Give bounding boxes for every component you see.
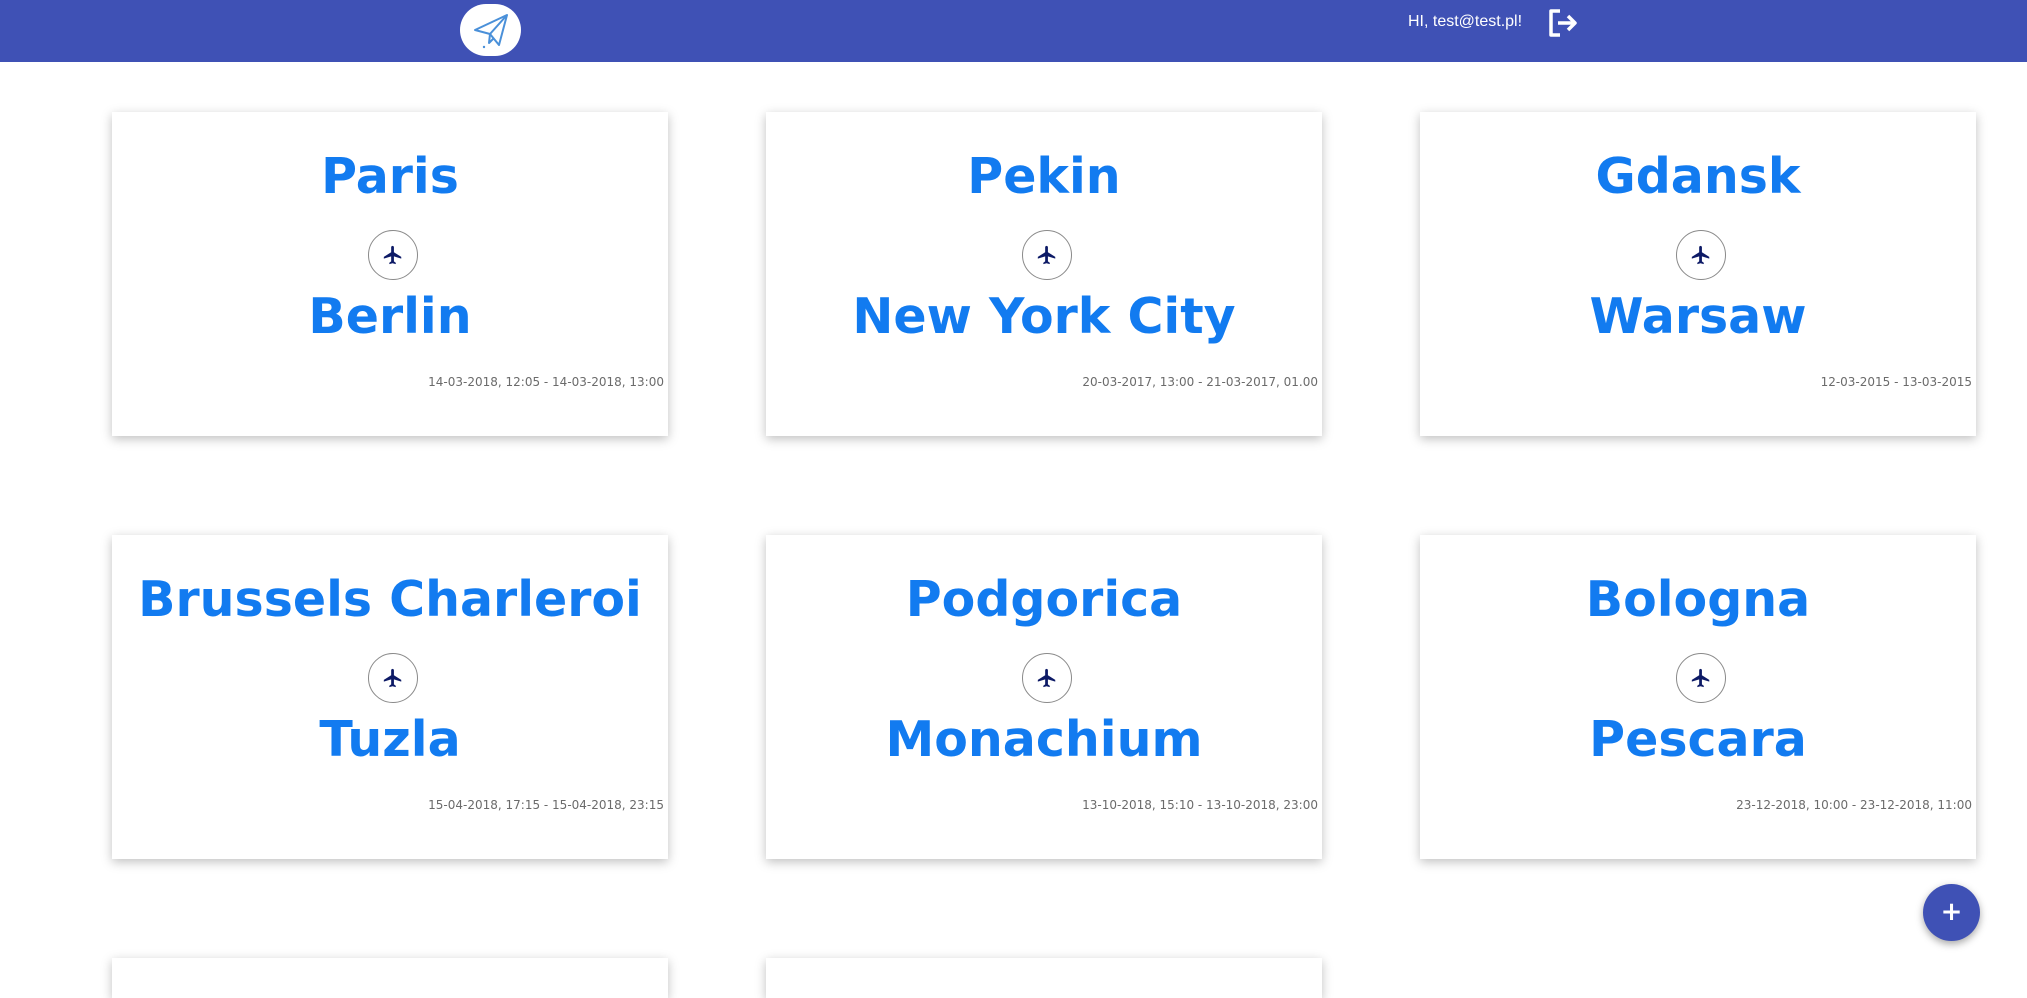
- trip-connector: [1022, 230, 1072, 280]
- trip-destination: Tuzla: [319, 711, 461, 768]
- trip-dates: 23-12-2018, 10:00 - 23-12-2018, 11:00: [1736, 798, 1972, 812]
- airplane-icon: [1691, 245, 1710, 265]
- trip-connector: [1676, 230, 1726, 280]
- trip-grid: Paris Berlin 14-03-2018, 12:05 - 14-03-2…: [0, 0, 2027, 998]
- trip-origin: Paris: [321, 148, 459, 205]
- add-trip-button[interactable]: +: [1923, 884, 1980, 941]
- trip-destination: Pescara: [1589, 711, 1807, 768]
- trip-origin: Pekin: [967, 148, 1121, 205]
- trip-origin: Podgorica: [905, 571, 1183, 628]
- trip-dates: 14-03-2018, 12:05 - 14-03-2018, 13:00: [428, 375, 664, 389]
- trip-connector: [368, 230, 418, 280]
- trip-card[interactable]: Brussels Charleroi Tuzla 15-04-2018, 17:…: [112, 535, 668, 859]
- trip-destination: Monachium: [885, 711, 1203, 768]
- trip-connector: [1676, 653, 1726, 703]
- trip-dates: 12-03-2015 - 13-03-2015: [1820, 375, 1972, 389]
- trip-card[interactable]: Gdansk Warsaw 12-03-2015 - 13-03-2015: [1420, 112, 1976, 436]
- airplane-icon: [383, 668, 402, 688]
- airplane-icon: [383, 245, 402, 265]
- trip-destination: Warsaw: [1589, 288, 1807, 345]
- plus-icon: +: [1940, 897, 1963, 927]
- trip-card[interactable]: Podgorica Monachium 13-10-2018, 15:10 - …: [766, 535, 1322, 859]
- trip-origin: Brussels Charleroi: [138, 571, 642, 628]
- airplane-icon: [1037, 668, 1056, 688]
- trip-card-partial[interactable]: [112, 958, 668, 998]
- trip-connector: [368, 653, 418, 703]
- trip-card[interactable]: Bologna Pescara 23-12-2018, 10:00 - 23-1…: [1420, 535, 1976, 859]
- trip-connector: [1022, 653, 1072, 703]
- trip-card[interactable]: Paris Berlin 14-03-2018, 12:05 - 14-03-2…: [112, 112, 668, 436]
- trip-card-partial[interactable]: [766, 958, 1322, 998]
- trip-dates: 20-03-2017, 13:00 - 21-03-2017, 01.00: [1082, 375, 1318, 389]
- trip-dates: 13-10-2018, 15:10 - 13-10-2018, 23:00: [1082, 798, 1318, 812]
- trip-origin: Gdansk: [1595, 148, 1801, 205]
- trip-card[interactable]: Pekin New York City 20-03-2017, 13:00 - …: [766, 112, 1322, 436]
- trip-origin: Bologna: [1585, 571, 1811, 628]
- trip-dates: 15-04-2018, 17:15 - 15-04-2018, 23:15: [428, 798, 664, 812]
- airplane-icon: [1037, 245, 1056, 265]
- trip-destination: New York City: [852, 288, 1236, 345]
- trip-destination: Berlin: [308, 288, 472, 345]
- airplane-icon: [1691, 668, 1710, 688]
